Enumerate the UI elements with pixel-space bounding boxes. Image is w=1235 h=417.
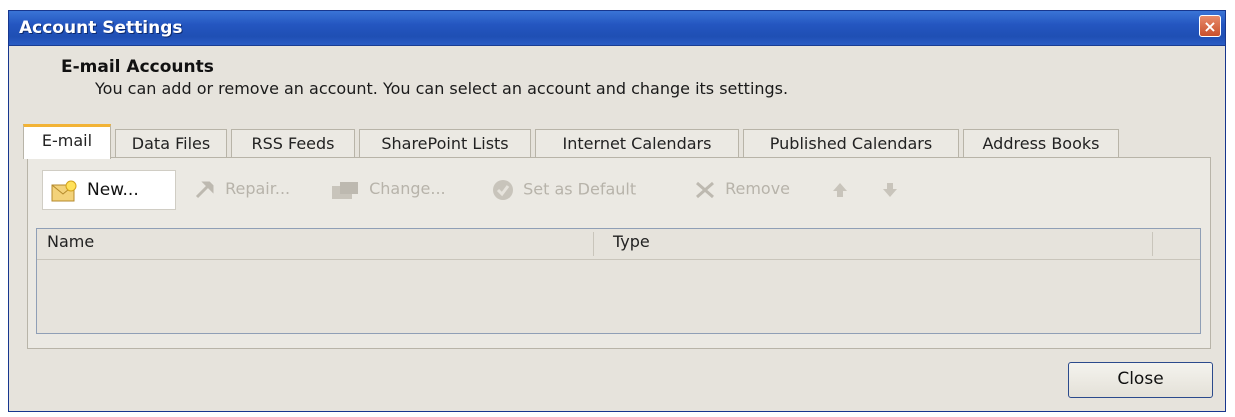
dialog-header: E-mail Accounts You can add or remove an… (9, 46, 1225, 116)
change-label: Change... (369, 179, 446, 198)
new-mail-icon (51, 180, 77, 202)
close-button[interactable]: Close (1068, 362, 1213, 398)
tab-internet-calendars[interactable]: Internet Calendars (535, 129, 739, 158)
checkmark-icon (493, 180, 513, 200)
move-down-button[interactable] (882, 179, 902, 203)
change-icon (332, 181, 358, 199)
tab-sharepoint-lists[interactable]: SharePoint Lists (359, 129, 531, 158)
account-toolbar: New... Repair... Change... Set as Defaul… (42, 170, 1192, 210)
title-bar[interactable]: Account Settings × (9, 11, 1225, 46)
remove-label: Remove (725, 179, 791, 198)
tab-data-files[interactable]: Data Files (115, 129, 227, 158)
set-as-default-label: Set as Default (523, 179, 637, 199)
arrow-up-icon (833, 182, 847, 197)
column-divider[interactable] (593, 232, 594, 256)
tab-address-books[interactable]: Address Books (963, 129, 1119, 158)
header-title: E-mail Accounts (61, 57, 214, 77)
account-settings-dialog: Account Settings × E-mail Accounts You c… (8, 10, 1226, 412)
account-list[interactable]: Name Type (36, 228, 1201, 334)
new-account-label: New... (87, 180, 139, 200)
remove-button[interactable]: Remove (694, 179, 790, 203)
column-divider[interactable] (1152, 232, 1153, 256)
repair-label: Repair... (225, 179, 291, 198)
move-up-button[interactable] (832, 179, 852, 203)
tab-email[interactable]: E-mail (23, 124, 111, 159)
new-account-button[interactable]: New... (42, 170, 176, 210)
set-as-default-button[interactable]: Set as Default (492, 179, 636, 203)
change-button[interactable]: Change... (330, 179, 446, 203)
tab-published-calendars[interactable]: Published Calendars (743, 129, 959, 158)
repair-icon (195, 181, 214, 198)
window-title: Account Settings (19, 18, 183, 38)
column-header-name[interactable]: Name (37, 229, 592, 259)
header-subtitle: You can add or remove an account. You ca… (95, 79, 789, 98)
close-window-icon[interactable]: × (1199, 15, 1221, 37)
email-tab-panel: New... Repair... Change... Set as Defaul… (27, 157, 1211, 349)
repair-button[interactable]: Repair... (194, 179, 290, 203)
list-header: Name Type (37, 229, 1200, 260)
column-header-type[interactable]: Type (603, 229, 1143, 259)
remove-icon (696, 181, 714, 198)
tab-rss-feeds[interactable]: RSS Feeds (231, 129, 355, 158)
arrow-down-icon (883, 182, 897, 197)
